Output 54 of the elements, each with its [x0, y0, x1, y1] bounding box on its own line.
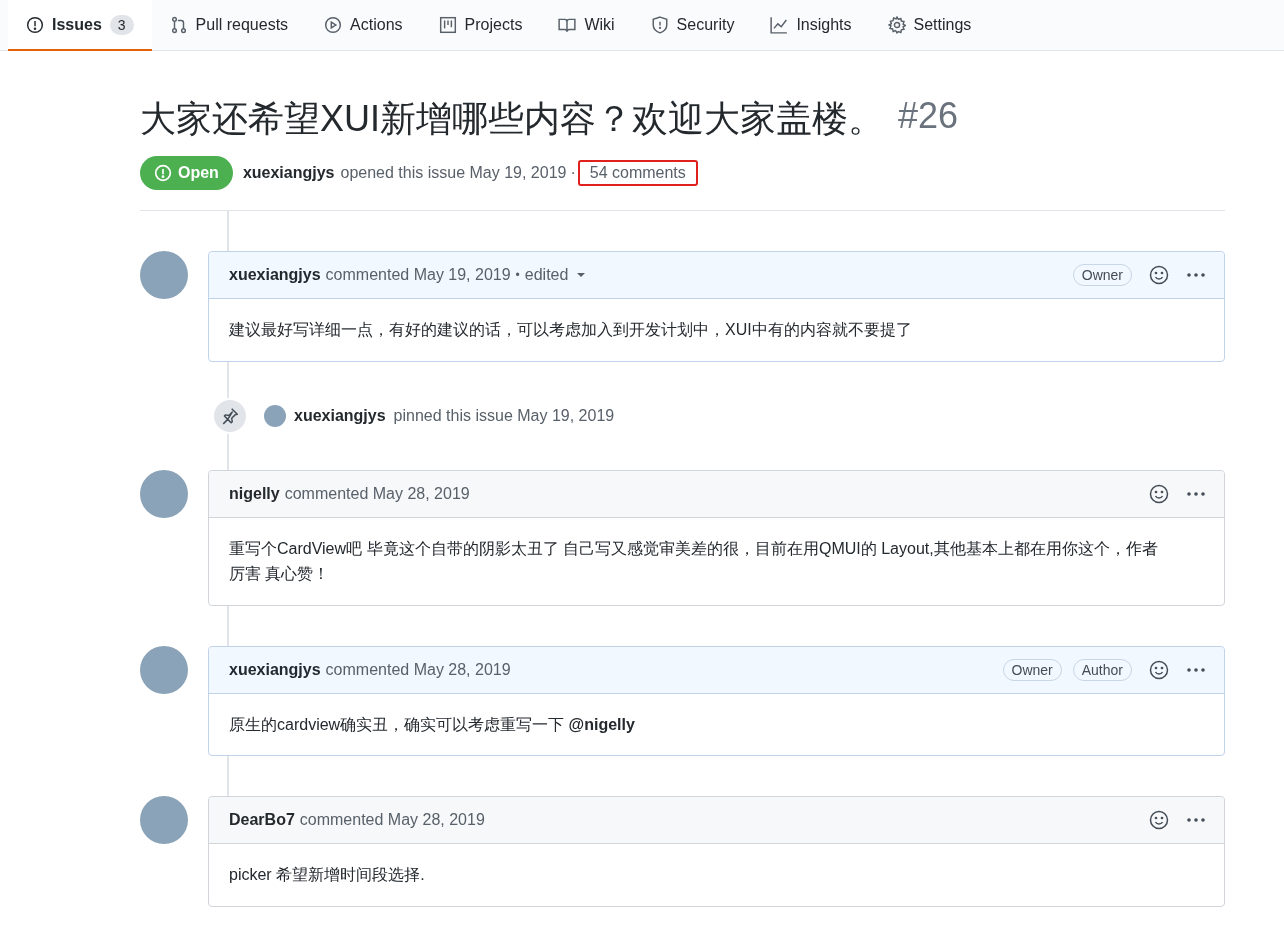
emoji-reaction-icon[interactable] — [1149, 483, 1169, 504]
graph-icon — [770, 15, 789, 34]
play-icon — [324, 15, 343, 34]
comment-body: 建议最好写详细一点，有好的建议的话，可以考虑加入到开发计划中，XUI中有的内容就不要提了 — [228, 320, 913, 340]
issue-title: 大家还希望XUI新增哪些内容？欢迎大家盖楼。 — [140, 97, 884, 141]
issue-number: #26 — [898, 95, 959, 138]
issue-count: 3 — [109, 14, 134, 35]
repo-tab[interactable]: Security — [632, 0, 753, 51]
separator-dot: • — [515, 268, 520, 282]
issue-icon — [26, 15, 44, 34]
separator-dot: · — [570, 164, 576, 182]
comment-body: picker 希望新增时间段选择. — [228, 865, 426, 886]
comment-meta: commented May 19, 2019 — [325, 266, 511, 284]
event-text: pinned this issue May 19, 2019 — [393, 406, 615, 425]
avatar-placeholder[interactable] — [140, 251, 188, 299]
issue-icon — [154, 164, 172, 182]
comment-body: 原生的cardview确实丑，确实可以考虑重写一下 @nigelly — [228, 714, 636, 735]
more-options-icon[interactable] — [1186, 490, 1206, 497]
open-status-label: Open — [140, 156, 233, 190]
emoji-reaction-icon[interactable] — [1149, 265, 1169, 285]
caret-icon — [576, 272, 587, 278]
author-link[interactable]: xuexiangjys — [242, 164, 335, 182]
pull-request-icon — [169, 15, 188, 34]
avatar-placeholder[interactable] — [140, 469, 188, 518]
repo-tab[interactable]: Settings — [869, 0, 990, 51]
emoji-reaction-icon[interactable] — [1149, 810, 1169, 831]
comment-meta: commented May 28, 2019 — [299, 811, 485, 830]
author-link[interactable]: xuexiangjys — [229, 266, 321, 284]
author-link[interactable]: xuexiangjys — [294, 406, 386, 425]
more-options-icon[interactable] — [1186, 666, 1206, 673]
edited-menu[interactable]: edited — [524, 266, 587, 284]
more-options-icon[interactable] — [1186, 817, 1206, 824]
comment-meta: commented May 28, 2019 — [284, 484, 470, 503]
comment-count: 54 comments — [577, 160, 698, 186]
repo-tab[interactable]: Projects — [420, 0, 541, 51]
shield-icon — [650, 15, 669, 34]
author-link[interactable]: DearBo7 — [229, 811, 295, 830]
author-link[interactable]: xuexiangjys — [229, 660, 321, 679]
repo-tab[interactable]: Wiki — [540, 0, 633, 51]
author-link[interactable]: nigelly — [229, 484, 280, 503]
comment-body: 重写个CardView吧 毕竟这个自带的阴影太丑了 自己写又感觉审美差的很，目前在用QMUI的 Layout,其他基本上都在用你这个，作者厉害 真心赞！ — [228, 538, 1159, 585]
project-board-icon — [438, 15, 457, 34]
repo-tab[interactable]: Insights — [752, 0, 870, 51]
emoji-reaction-icon[interactable] — [1149, 659, 1169, 680]
avatar-placeholder[interactable] — [140, 796, 188, 845]
avatar-placeholder[interactable] — [264, 404, 286, 427]
comment-meta: commented May 28, 2019 — [325, 660, 511, 679]
more-options-icon[interactable] — [1186, 272, 1206, 278]
avatar-placeholder[interactable] — [140, 645, 188, 694]
settings-icon — [887, 15, 906, 34]
repo-tab[interactable]: Actions — [306, 0, 421, 51]
issue-meta: opened this issue May 19, 2019 — [340, 164, 567, 182]
repo-tab[interactable]: Issues 3 — [8, 0, 152, 51]
repo-tab[interactable]: Pull requests — [151, 0, 307, 51]
